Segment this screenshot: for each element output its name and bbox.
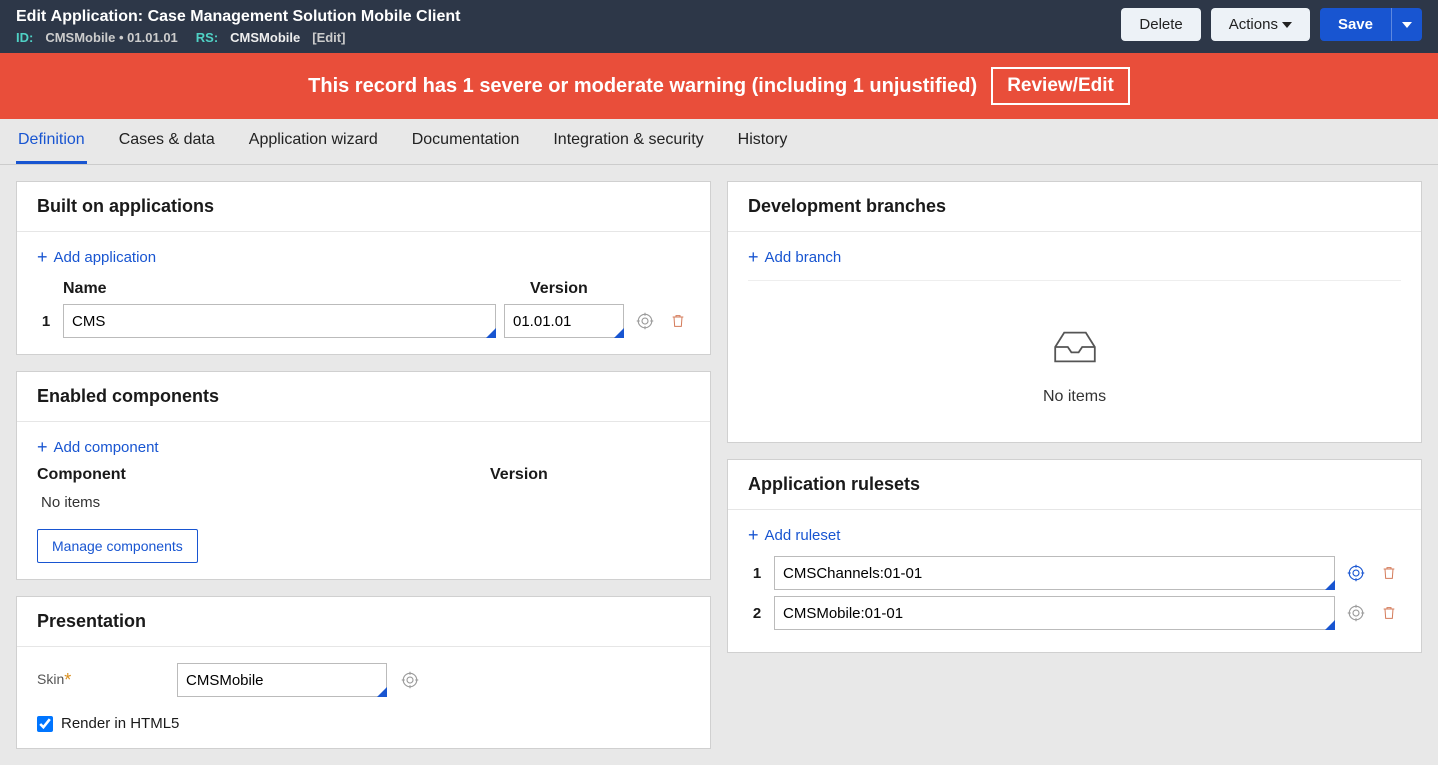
delete-button[interactable]: Delete	[1121, 8, 1200, 41]
add-application-link[interactable]: + Add application	[37, 248, 156, 266]
column-component: Component	[37, 466, 490, 484]
delete-row-icon[interactable]	[666, 308, 690, 334]
panel-title: Application rulesets	[728, 460, 1421, 510]
tab-bar: Definition Cases & data Application wiza…	[0, 119, 1438, 165]
open-ruleset-icon[interactable]	[1343, 600, 1369, 626]
enabled-components-panel: Enabled components + Add component Compo…	[16, 371, 711, 580]
column-version: Version	[530, 280, 690, 298]
no-items-text: No items	[37, 484, 690, 529]
delete-row-icon[interactable]	[1377, 560, 1401, 586]
tab-documentation[interactable]: Documentation	[410, 119, 522, 164]
column-version: Version	[490, 466, 690, 484]
divider	[748, 280, 1401, 281]
ruleset-edit-link[interactable]: [Edit]	[312, 30, 345, 45]
page-title: Edit Application: Case Management Soluti…	[16, 8, 460, 26]
open-skin-icon[interactable]	[397, 667, 423, 693]
no-items-text: No items	[748, 388, 1401, 406]
panel-title: Development branches	[728, 182, 1421, 232]
panel-title: Enabled components	[17, 372, 710, 422]
save-button[interactable]: Save	[1320, 8, 1391, 41]
app-version-input[interactable]	[504, 304, 624, 338]
rs-value[interactable]: CMSMobile	[230, 30, 300, 45]
plus-icon: +	[37, 248, 48, 266]
chevron-down-icon	[1282, 22, 1292, 28]
column-name: Name	[63, 280, 530, 298]
required-icon: *	[64, 670, 71, 690]
app-name-input[interactable]	[63, 304, 496, 338]
ruleset-row: 2	[748, 596, 1401, 630]
plus-icon: +	[748, 526, 759, 544]
tab-integration-security[interactable]: Integration & security	[551, 119, 705, 164]
add-ruleset-link[interactable]: + Add ruleset	[748, 526, 840, 544]
development-branches-panel: Development branches + Add branch No ite…	[727, 181, 1422, 443]
ruleset-input[interactable]	[774, 556, 1335, 590]
row-number: 2	[748, 605, 766, 622]
tab-definition[interactable]: Definition	[16, 119, 87, 164]
ruleset-row: 1	[748, 556, 1401, 590]
tab-application-wizard[interactable]: Application wizard	[247, 119, 380, 164]
add-branch-link[interactable]: + Add branch	[748, 248, 841, 266]
id-value: CMSMobile • 01.01.01	[45, 30, 177, 45]
save-options-button[interactable]	[1391, 8, 1422, 41]
ruleset-input[interactable]	[774, 596, 1335, 630]
plus-icon: +	[748, 248, 759, 266]
warning-banner: This record has 1 severe or moderate war…	[0, 53, 1438, 119]
plus-icon: +	[37, 438, 48, 456]
panel-title: Built on applications	[17, 182, 710, 232]
review-edit-button[interactable]: Review/Edit	[991, 67, 1130, 105]
chevron-down-icon	[1402, 22, 1412, 28]
built-on-applications-panel: Built on applications + Add application …	[16, 181, 711, 355]
rs-label: RS:	[196, 30, 218, 45]
render-html5-checkbox[interactable]: Render in HTML5	[37, 715, 690, 732]
built-on-row: 1	[37, 304, 690, 338]
delete-row-icon[interactable]	[1377, 600, 1401, 626]
tab-history[interactable]: History	[736, 119, 790, 164]
skin-input[interactable]	[177, 663, 387, 697]
skin-label: Skin*	[37, 670, 167, 691]
open-rule-icon[interactable]	[632, 308, 658, 334]
application-rulesets-panel: Application rulesets + Add ruleset 1	[727, 459, 1422, 653]
presentation-panel: Presentation Skin* Render in HTML5	[16, 596, 711, 749]
manage-components-button[interactable]: Manage components	[37, 529, 198, 563]
row-number: 1	[748, 565, 766, 582]
id-label: ID:	[16, 30, 33, 45]
render-html5-input[interactable]	[37, 716, 53, 732]
warning-text: This record has 1 severe or moderate war…	[308, 75, 977, 98]
inbox-icon	[748, 325, 1401, 374]
render-html5-label: Render in HTML5	[61, 715, 179, 732]
add-component-link[interactable]: + Add component	[37, 438, 159, 456]
open-ruleset-icon[interactable]	[1343, 560, 1369, 586]
row-number: 1	[37, 313, 55, 330]
panel-title: Presentation	[17, 597, 710, 647]
tab-cases-data[interactable]: Cases & data	[117, 119, 217, 164]
ruleform-header: Edit Application: Case Management Soluti…	[0, 0, 1438, 53]
actions-button[interactable]: Actions	[1211, 8, 1310, 41]
